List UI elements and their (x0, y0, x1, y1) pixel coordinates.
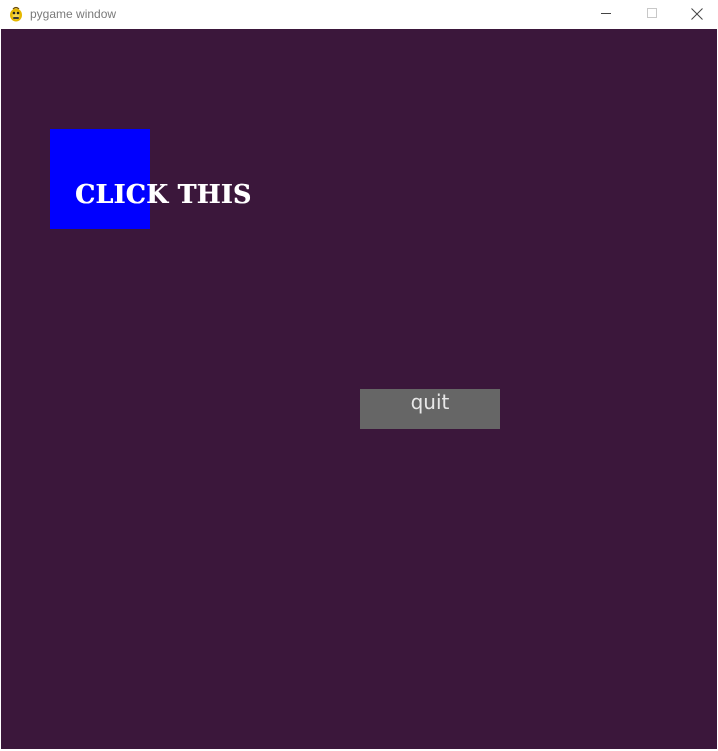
quit-label: quit (410, 390, 450, 414)
game-canvas[interactable]: CLICK THIS quit (1, 29, 717, 749)
window-title: pygame window (30, 7, 117, 21)
close-button[interactable] (673, 0, 718, 29)
pygame-snake-icon (8, 6, 24, 22)
close-icon (691, 8, 703, 20)
maximize-button[interactable] (629, 0, 675, 29)
quit-button[interactable]: quit (360, 389, 500, 429)
maximize-icon (647, 8, 657, 18)
pygame-window: pygame window CLICK THIS quit (0, 0, 718, 751)
title-bar[interactable]: pygame window (0, 0, 718, 29)
click-this-label: CLICK THIS (75, 179, 252, 210)
minimize-icon (601, 13, 611, 14)
minimize-button[interactable] (583, 0, 629, 29)
